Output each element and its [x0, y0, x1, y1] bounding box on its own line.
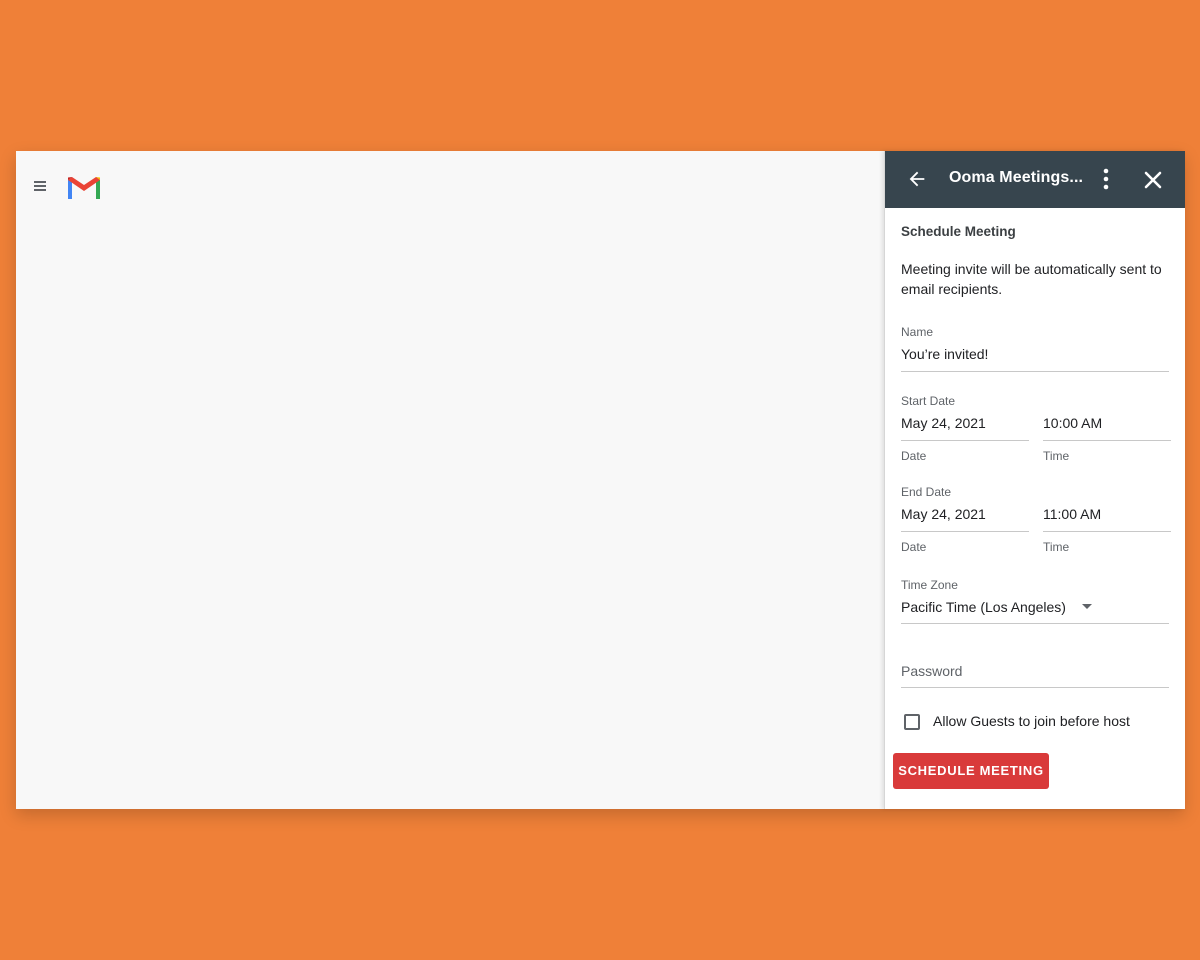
panel-title: Ooma Meetings...: [949, 169, 1084, 186]
dropdown-arrow-icon[interactable]: [1082, 604, 1092, 609]
end-time-input[interactable]: 11:00 AM: [1043, 506, 1101, 522]
name-underline: [901, 371, 1169, 372]
panel-header: Ooma Meetings...: [885, 151, 1185, 208]
allow-guests-label: Allow Guests to join before host: [933, 713, 1130, 729]
app-window: Ooma Meetings... Schedule Meeting Meetin…: [16, 151, 1185, 809]
timezone-label: Time Zone: [901, 578, 958, 592]
more-vert-icon[interactable]: [1095, 167, 1117, 191]
end-date-input[interactable]: May 24, 2021: [901, 506, 986, 522]
password-underline: [901, 687, 1169, 688]
end-time-underline: [1043, 531, 1171, 532]
end-date-underline: [901, 531, 1029, 532]
end-date-label: End Date: [901, 485, 952, 499]
end-date-helper: Date: [901, 540, 927, 554]
timezone-underline: [901, 623, 1169, 624]
start-time-input[interactable]: 10:00 AM: [1043, 415, 1102, 431]
password-input[interactable]: Password: [901, 663, 962, 679]
schedule-meeting-button[interactable]: SCHEDULE MEETING: [893, 753, 1049, 789]
start-time-underline: [1043, 440, 1171, 441]
hamburger-menu-icon[interactable]: [34, 181, 46, 191]
timezone-select[interactable]: Pacific Time (Los Angeles): [901, 599, 1066, 615]
ooma-addon-panel: Ooma Meetings... Schedule Meeting Meetin…: [884, 151, 1185, 809]
gmail-logo-icon[interactable]: [66, 174, 102, 201]
meeting-description: Meeting invite will be automatically sen…: [901, 261, 1162, 297]
close-icon[interactable]: [1141, 168, 1165, 192]
name-label: Name: [901, 325, 934, 339]
start-date-input[interactable]: May 24, 2021: [901, 415, 986, 431]
start-date-helper: Date: [901, 449, 927, 463]
section-title: Schedule Meeting: [901, 224, 1016, 239]
arrow-back-icon[interactable]: [906, 168, 928, 190]
allow-guests-checkbox[interactable]: [904, 714, 920, 730]
start-time-helper: Time: [1043, 449, 1070, 463]
end-time-helper: Time: [1043, 540, 1070, 554]
start-date-underline: [901, 440, 1029, 441]
start-date-label: Start Date: [901, 394, 956, 408]
gmail-main-area: [16, 151, 884, 809]
name-input[interactable]: You’re invited!: [901, 346, 988, 362]
